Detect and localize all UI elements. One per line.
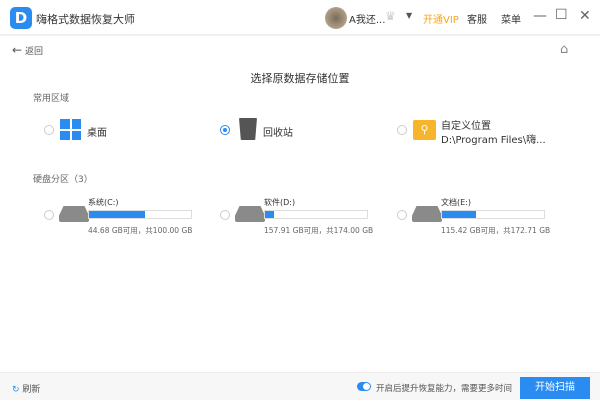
disk-info: 44.68 GB可用，共100.00 GB: [88, 226, 193, 235]
disks-section-title: 硬盘分区（3）: [33, 175, 93, 185]
crown-icon: ♛: [385, 9, 396, 23]
disk-usage-bar: [264, 210, 368, 219]
close-icon[interactable]: ✕: [579, 8, 591, 24]
app-logo: D: [10, 7, 32, 29]
footer: ↻ 刷新 开启后提升恢复能力，需要更多时间 开始扫描: [0, 372, 600, 400]
disk-usage-bar: [441, 210, 545, 219]
app-title: 嗨格式数据恢复大师: [36, 13, 135, 26]
chevron-down-icon[interactable]: ▼: [406, 11, 412, 20]
support-link[interactable]: 客服: [467, 11, 487, 26]
back-button[interactable]: ← 返回: [12, 43, 43, 57]
disk-usage-fill: [89, 211, 146, 218]
hard-drive-icon: [412, 206, 442, 222]
menu-link[interactable]: 菜单: [501, 11, 521, 26]
disk-usage-fill: [442, 211, 476, 218]
refresh-label: 刷新: [22, 385, 41, 395]
maximize-icon[interactable]: ☐: [555, 7, 568, 23]
disk-info: 115.42 GB可用，共172.71 GB: [441, 226, 551, 235]
radio-disk[interactable]: [397, 210, 407, 220]
hard-drive-icon: [59, 206, 89, 222]
minimize-icon[interactable]: —: [533, 8, 547, 24]
disk-name[interactable]: 系统(C:): [88, 197, 119, 208]
folder-search-icon: ⚲: [413, 120, 436, 140]
title-bar: D 嗨格式数据恢复大师 A我还... ♛ ▼ 开通VIP 客服 菜单 — ☐ ✕: [0, 0, 600, 36]
refresh-icon: ↻: [12, 385, 20, 395]
disk-info: 157.91 GB可用，共174.00 GB: [264, 226, 374, 235]
common-section-title: 常用区域: [33, 94, 70, 104]
arrow-left-icon: ←: [12, 43, 23, 57]
open-vip-link[interactable]: 开通VIP: [423, 11, 459, 26]
start-scan-button[interactable]: 开始扫描: [520, 377, 590, 399]
home-icon[interactable]: ⌂: [560, 42, 568, 57]
hard-drive-icon: [235, 206, 265, 222]
enhance-toggle[interactable]: [357, 382, 371, 391]
custom-location-path: D:\Program Files\嗨...: [441, 135, 546, 146]
radio-disk[interactable]: [44, 210, 54, 220]
recycle-bin-icon: [239, 118, 257, 140]
disk-name[interactable]: 软件(D:): [264, 197, 295, 208]
disk-usage-fill: [265, 211, 275, 218]
radio-disk[interactable]: [220, 210, 230, 220]
radio-custom-location[interactable]: [397, 125, 407, 135]
desktop-label[interactable]: 桌面: [87, 124, 107, 139]
disk-name[interactable]: 文档(E:): [441, 197, 471, 208]
disk-usage-bar: [88, 210, 192, 219]
radio-desktop[interactable]: [44, 125, 54, 135]
custom-location-label[interactable]: 自定义位置: [441, 117, 491, 132]
user-name[interactable]: A我还...: [349, 11, 385, 26]
radio-recycle-bin[interactable]: [220, 125, 230, 135]
page-title: 选择原数据存储位置: [250, 72, 350, 85]
avatar[interactable]: [325, 7, 347, 29]
recycle-bin-label[interactable]: 回收站: [263, 124, 293, 139]
enhance-toggle-label: 开启后提升恢复能力，需要更多时间: [376, 384, 513, 394]
refresh-button[interactable]: ↻ 刷新: [12, 382, 40, 395]
windows-icon: [60, 119, 81, 140]
back-label: 返回: [24, 47, 43, 57]
